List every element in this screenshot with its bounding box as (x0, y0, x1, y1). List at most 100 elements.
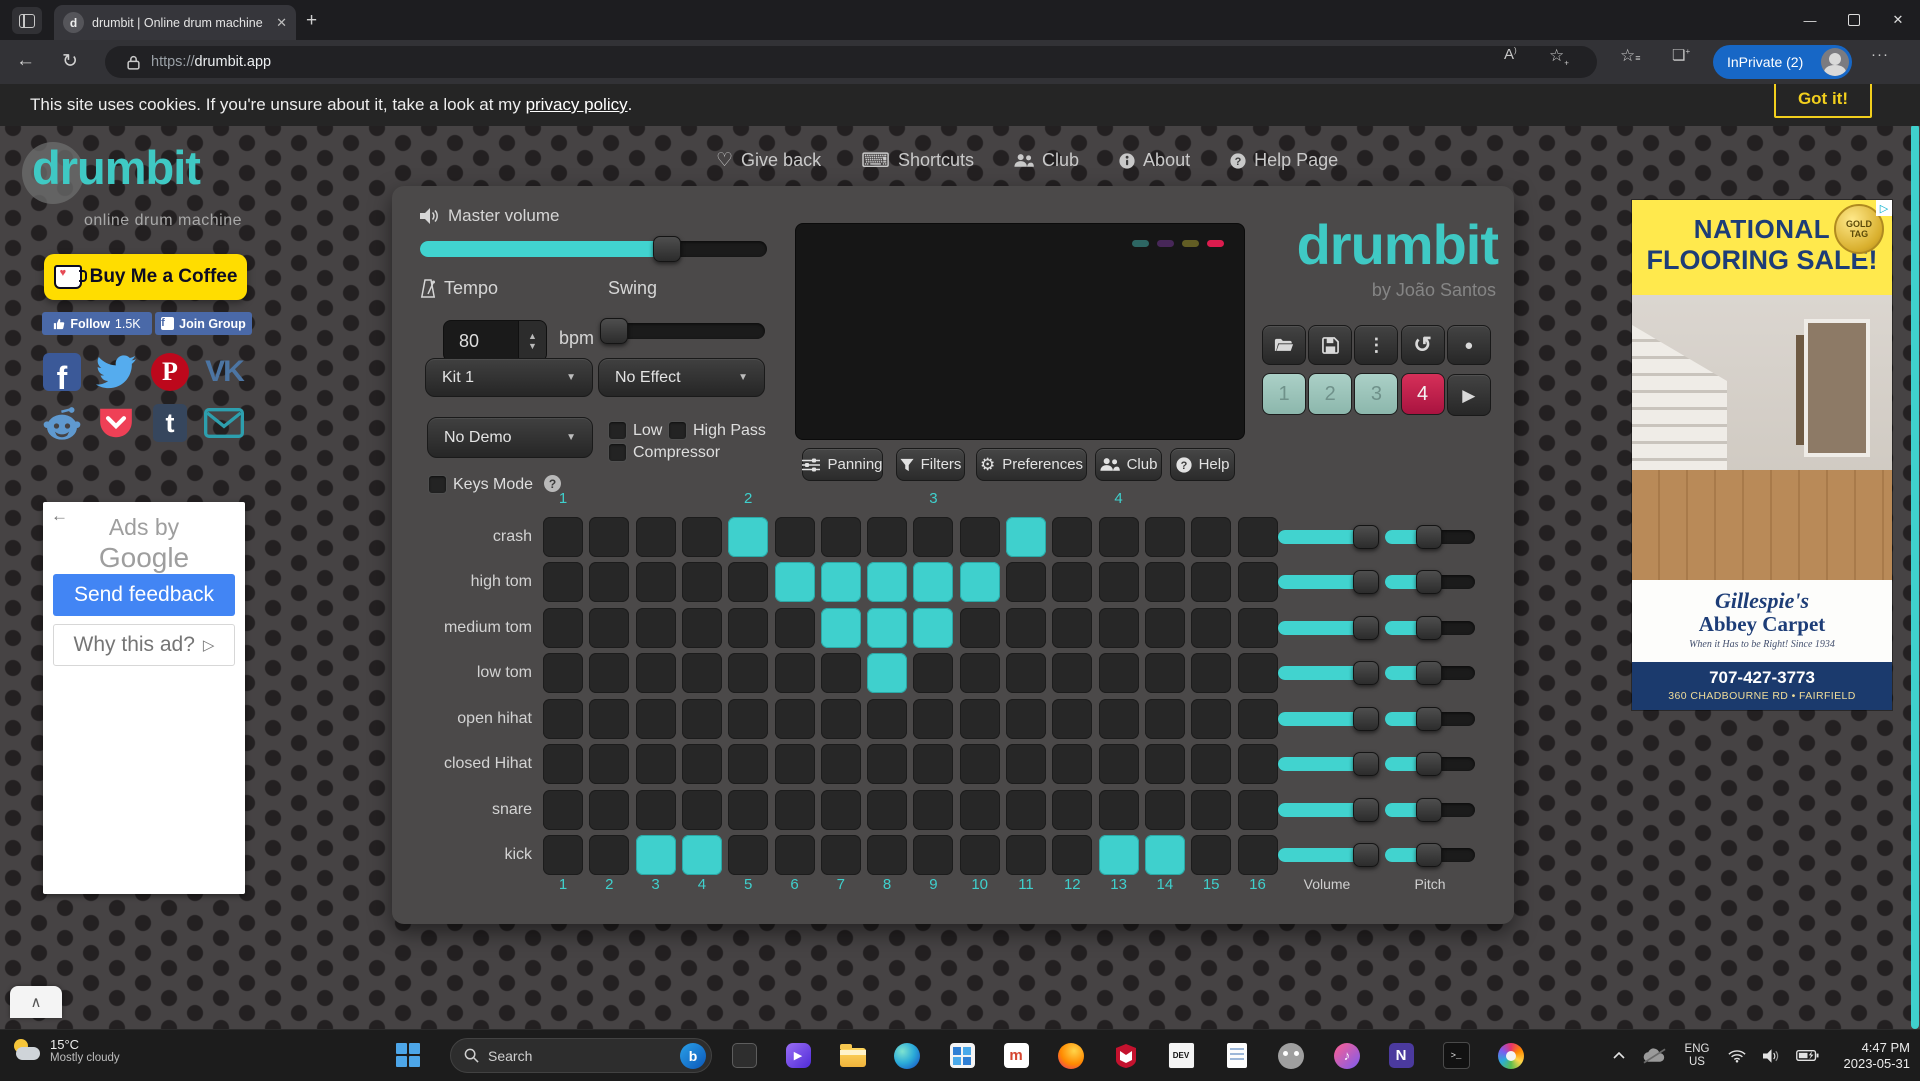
step-medium-tom-5[interactable] (728, 608, 768, 648)
pattern-1-button[interactable]: 1 (1262, 373, 1306, 415)
step-open-hihat-15[interactable] (1191, 699, 1231, 739)
scroll-top-button[interactable]: ∧ (10, 986, 62, 1018)
step-snare-11[interactable] (1006, 790, 1046, 830)
step-crash-4[interactable] (682, 517, 722, 557)
window-maximize-button[interactable] (1832, 0, 1876, 40)
help-button[interactable]: ?Help (1170, 448, 1235, 481)
slider-thumb[interactable] (653, 236, 681, 262)
page-scrollbar[interactable] (1911, 124, 1919, 1029)
step-medium-tom-15[interactable] (1191, 608, 1231, 648)
slider-thumb[interactable] (1416, 798, 1442, 822)
taskbar-app-store-icon[interactable] (949, 1042, 976, 1069)
more-button[interactable]: ⋮ (1354, 325, 1398, 365)
step-kick-10[interactable] (960, 835, 1000, 875)
step-medium-tom-16[interactable] (1238, 608, 1278, 648)
nav-item-help-page[interactable]: ?Help Page (1230, 150, 1338, 171)
step-low-tom-9[interactable] (913, 653, 953, 693)
step-medium-tom-1[interactable] (543, 608, 583, 648)
step-kick-11[interactable] (1006, 835, 1046, 875)
pitch-slider-open-hihat[interactable] (1385, 712, 1475, 726)
step-closed-Hihat-2[interactable] (589, 744, 629, 784)
step-crash-11[interactable] (1006, 517, 1046, 557)
step-crash-1[interactable] (543, 517, 583, 557)
step-kick-4[interactable] (682, 835, 722, 875)
step-open-hihat-4[interactable] (682, 699, 722, 739)
pattern-2-button[interactable]: 2 (1308, 373, 1352, 415)
step-kick-14[interactable] (1145, 835, 1185, 875)
nav-item-give-back[interactable]: ♡Give back (716, 150, 821, 171)
step-crash-6[interactable] (775, 517, 815, 557)
pitch-slider-kick[interactable] (1385, 848, 1475, 862)
pinterest-icon[interactable]: P (150, 352, 190, 392)
window-minimize-button[interactable]: — (1788, 0, 1832, 40)
tempo-value[interactable]: 80 (444, 321, 518, 361)
step-closed-Hihat-7[interactable] (821, 744, 861, 784)
volume-slider-open-hihat[interactable] (1278, 712, 1377, 726)
step-high-tom-3[interactable] (636, 562, 676, 602)
step-snare-5[interactable] (728, 790, 768, 830)
step-open-hihat-8[interactable] (867, 699, 907, 739)
browser-menu-icon[interactable]: ··· (1871, 46, 1889, 63)
volume-slider-crash[interactable] (1278, 530, 1377, 544)
new-tab-button[interactable]: + (306, 10, 317, 32)
privacy-policy-link[interactable]: privacy policy (526, 95, 628, 115)
step-open-hihat-13[interactable] (1099, 699, 1139, 739)
pitch-slider-high-tom[interactable] (1385, 575, 1475, 589)
cookie-dismiss-button[interactable]: Got it! (1774, 84, 1872, 118)
step-open-hihat-11[interactable] (1006, 699, 1046, 739)
slider-thumb[interactable] (1353, 525, 1379, 549)
tab-close-icon[interactable]: ✕ (276, 15, 287, 31)
taskbar-app-firefox-icon[interactable] (1058, 1042, 1085, 1069)
step-high-tom-5[interactable] (728, 562, 768, 602)
address-bar[interactable]: https://drumbit.app (105, 46, 1597, 78)
slider-thumb[interactable] (1353, 616, 1379, 640)
step-crash-15[interactable] (1191, 517, 1231, 557)
step-crash-12[interactable] (1052, 517, 1092, 557)
step-open-hihat-2[interactable] (589, 699, 629, 739)
step-high-tom-10[interactable] (960, 562, 1000, 602)
step-open-hihat-6[interactable] (775, 699, 815, 739)
twitter-icon[interactable] (96, 352, 136, 392)
step-open-hihat-3[interactable] (636, 699, 676, 739)
reddit-icon[interactable] (42, 403, 82, 443)
tempo-stepper[interactable]: 80 ▲▼ (443, 320, 547, 362)
taskbar-app-file-explorer-icon[interactable] (840, 1042, 867, 1069)
open-button[interactable] (1262, 325, 1306, 365)
onedrive-icon[interactable] (1634, 1048, 1674, 1064)
volume-slider-high-tom[interactable] (1278, 575, 1377, 589)
volume-slider-low-tom[interactable] (1278, 666, 1377, 680)
step-closed-Hihat-11[interactable] (1006, 744, 1046, 784)
low-checkbox[interactable] (608, 421, 627, 440)
tempo-down-icon[interactable]: ▼ (528, 341, 537, 351)
step-open-hihat-14[interactable] (1145, 699, 1185, 739)
step-closed-Hihat-15[interactable] (1191, 744, 1231, 784)
step-open-hihat-5[interactable] (728, 699, 768, 739)
pocket-icon[interactable] (96, 403, 136, 443)
step-snare-12[interactable] (1052, 790, 1092, 830)
step-high-tom-16[interactable] (1238, 562, 1278, 602)
pitch-slider-crash[interactable] (1385, 530, 1475, 544)
step-low-tom-2[interactable] (589, 653, 629, 693)
tempo-stepper-arrows[interactable]: ▲▼ (518, 321, 546, 361)
pitch-slider-medium-tom[interactable] (1385, 621, 1475, 635)
tempo-up-icon[interactable]: ▲ (528, 331, 537, 341)
taskbar-app-dev-icon[interactable]: DEV (1168, 1042, 1195, 1069)
step-snare-6[interactable] (775, 790, 815, 830)
step-kick-5[interactable] (728, 835, 768, 875)
slider-thumb[interactable] (600, 318, 628, 344)
step-closed-Hihat-8[interactable] (867, 744, 907, 784)
facebook-join-group-button[interactable]: f Join Group (155, 312, 252, 335)
volume-slider-snare[interactable] (1278, 803, 1377, 817)
taskbar-app-notepad-icon[interactable] (1224, 1042, 1251, 1069)
step-high-tom-4[interactable] (682, 562, 722, 602)
step-snare-8[interactable] (867, 790, 907, 830)
step-crash-10[interactable] (960, 517, 1000, 557)
adchoices-icon[interactable]: ▷ (1876, 200, 1892, 216)
step-high-tom-1[interactable] (543, 562, 583, 602)
step-kick-13[interactable] (1099, 835, 1139, 875)
step-open-hihat-9[interactable] (913, 699, 953, 739)
step-high-tom-7[interactable] (821, 562, 861, 602)
pitch-slider-low-tom[interactable] (1385, 666, 1475, 680)
step-high-tom-12[interactable] (1052, 562, 1092, 602)
step-kick-3[interactable] (636, 835, 676, 875)
